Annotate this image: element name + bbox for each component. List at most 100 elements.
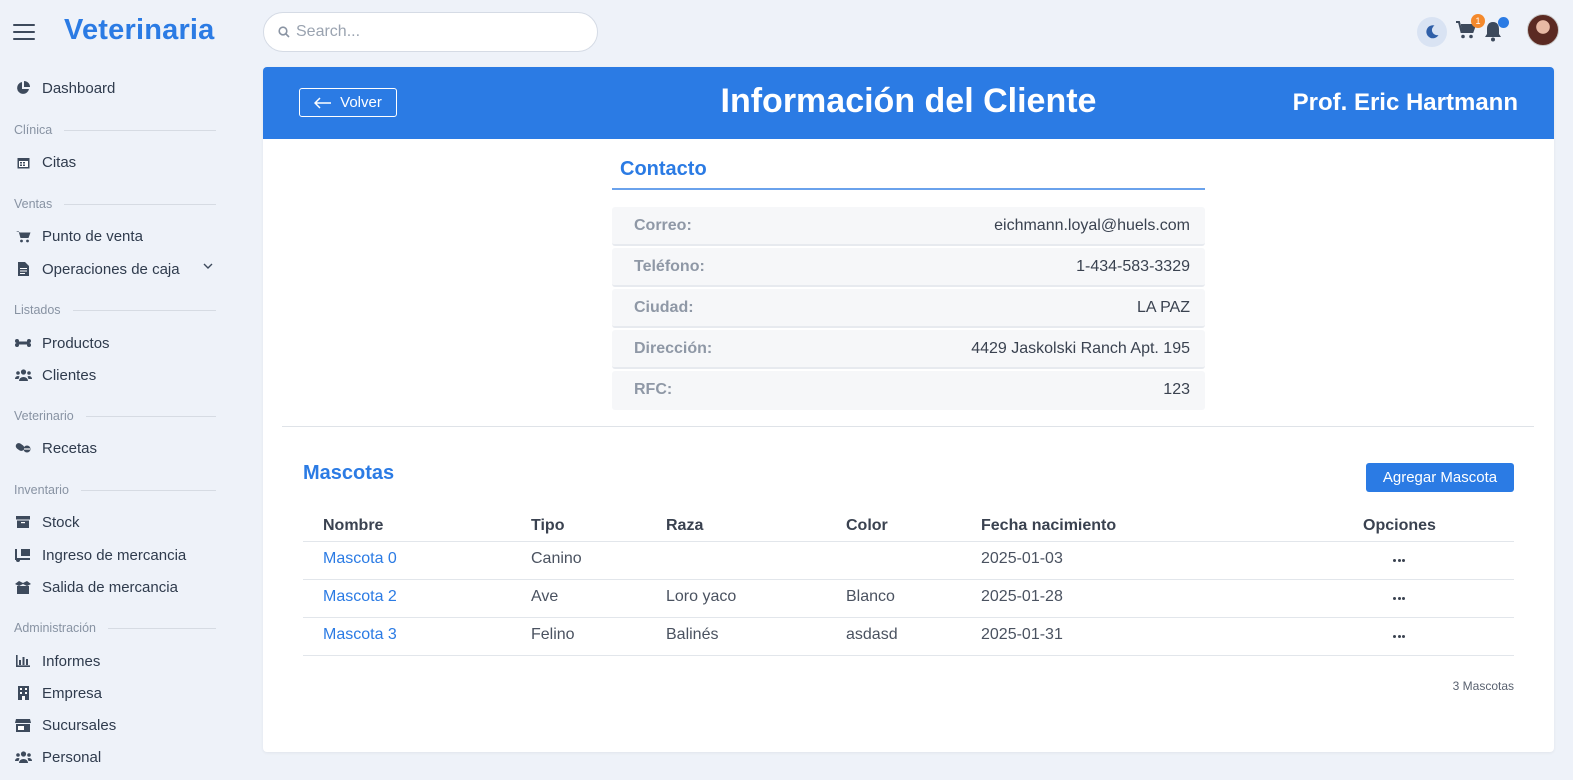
section-clinica: Clínica (14, 122, 216, 138)
notification-dot (1498, 17, 1509, 28)
search-box[interactable] (263, 12, 598, 52)
sidebar-item-label: Salida de mercancia (42, 578, 178, 596)
sidebar-item-label: Sucursales (42, 716, 117, 734)
column-header[interactable]: Tipo (531, 517, 564, 535)
sidebar-item-salida-mercancia[interactable]: Salida de mercancia (14, 574, 219, 600)
contact-label: RFC: (634, 381, 673, 398)
column-header[interactable]: Color (846, 517, 888, 535)
table-divider (303, 655, 1514, 656)
pet-color: Blanco (846, 588, 895, 605)
pet-type: Felino (531, 626, 575, 643)
pet-name-link[interactable]: Mascota 2 (323, 588, 397, 606)
document-icon (14, 262, 32, 276)
store-icon (14, 718, 32, 732)
sidebar-item-ingreso-mercancia[interactable]: Ingreso de mercancia (14, 542, 219, 568)
sidebar-item-personal[interactable]: Personal (14, 744, 219, 770)
brand-logo[interactable]: Veterinaria (64, 14, 215, 47)
pet-breed: Loro yaco (666, 588, 737, 605)
contact-title: Contacto (620, 158, 707, 180)
pet-name-link[interactable]: Mascota 3 (323, 626, 397, 644)
table-divider (303, 579, 1514, 580)
sidebar-item-label: Operaciones de caja (42, 260, 180, 278)
column-header[interactable]: Fecha nacimiento (981, 517, 1116, 535)
users-icon (14, 368, 32, 382)
building-icon (14, 686, 32, 700)
user-avatar[interactable] (1527, 14, 1559, 46)
contact-row-address: Dirección: 4429 Jaskolski Ranch Apt. 195 (612, 330, 1205, 369)
sidebar-item-operaciones-caja[interactable]: Operaciones de caja (14, 256, 219, 282)
sidebar-item-label: Empresa (42, 684, 103, 702)
contact-underline (612, 188, 1205, 190)
sidebar-item-label: Productos (42, 334, 110, 352)
contact-row-email: Correo: eichmann.loyal@huels.com (612, 207, 1205, 246)
sidebar-item-label: Ingreso de mercancia (42, 546, 187, 564)
client-info-card: Volver Información del Cliente Prof. Eri… (263, 67, 1554, 752)
dolly-icon (14, 548, 32, 562)
sidebar-item-empresa[interactable]: Empresa (14, 680, 219, 706)
sidebar-item-punto-de-venta[interactable]: Punto de venta (14, 223, 219, 249)
pet-name-link[interactable]: Mascota 0 (323, 550, 397, 568)
table-divider (303, 617, 1514, 618)
add-pet-button[interactable]: Agregar Mascota (1366, 463, 1514, 492)
pet-birthdate: 2025-01-31 (981, 626, 1063, 643)
bar-chart-icon (14, 654, 32, 668)
contact-value: eichmann.loyal@huels.com (994, 217, 1190, 234)
column-header: Opciones (1363, 517, 1436, 534)
users-icon (14, 750, 32, 764)
bone-icon (14, 336, 32, 350)
more-options-icon[interactable] (1393, 635, 1405, 639)
box-open-icon (14, 580, 32, 594)
sidebar-item-recetas[interactable]: Recetas (14, 435, 219, 461)
more-options-icon[interactable] (1393, 559, 1405, 563)
sidebar-item-sucursales[interactable]: Sucursales (14, 712, 219, 738)
sidebar-item-stock[interactable]: Stock (14, 509, 219, 535)
pet-birthdate: 2025-01-28 (981, 588, 1063, 605)
pie-chart-icon (14, 81, 32, 95)
search-input[interactable] (296, 21, 586, 43)
notifications-button[interactable] (1483, 17, 1509, 44)
section-label: Administración (14, 621, 96, 635)
section-listados: Listados (14, 302, 216, 318)
more-options-icon[interactable] (1393, 597, 1405, 601)
card-header: Volver Información del Cliente Prof. Eri… (263, 67, 1554, 139)
sidebar-item-label: Punto de venta (42, 227, 143, 245)
pet-type: Canino (531, 550, 582, 567)
chevron-down-icon (203, 263, 213, 269)
top-bar: Veterinaria 1 (0, 0, 1573, 64)
contact-value: 4429 Jaskolski Ranch Apt. 195 (971, 340, 1190, 357)
contact-value: LA PAZ (1136, 299, 1190, 316)
pet-type: Ave (531, 588, 559, 605)
section-label: Clínica (14, 123, 53, 137)
sidebar: Dashboard Clínica Citas Ventas Punto de … (0, 64, 230, 780)
contact-label: Teléfono: (634, 258, 705, 275)
section-divider (282, 426, 1534, 427)
pet-color: asdasd (846, 626, 898, 643)
column-header[interactable]: Nombre (323, 517, 383, 535)
sidebar-item-label: Recetas (42, 439, 98, 457)
contact-value: 123 (1163, 381, 1190, 398)
sidebar-item-citas[interactable]: Citas (14, 149, 219, 175)
calendar-icon (14, 155, 32, 169)
sidebar-item-label: Stock (42, 513, 80, 531)
pet-birthdate: 2025-01-03 (981, 550, 1063, 567)
pets-title: Mascotas (303, 462, 395, 484)
menu-icon[interactable] (13, 24, 35, 40)
sidebar-item-label: Dashboard (42, 79, 116, 97)
sidebar-item-dashboard[interactable]: Dashboard (14, 75, 219, 101)
section-veterinario: Veterinario (14, 408, 216, 424)
sidebar-item-clientes[interactable]: Clientes (14, 362, 219, 388)
cart-button[interactable]: 1 (1455, 14, 1485, 44)
contact-row-rfc: RFC: 123 (612, 371, 1205, 410)
contact-label: Dirección: (634, 340, 713, 357)
table-divider (303, 541, 1514, 542)
column-header[interactable]: Raza (666, 517, 703, 535)
cart-icon (14, 229, 32, 243)
sidebar-item-informes[interactable]: Informes (14, 648, 219, 674)
dark-mode-toggle[interactable] (1417, 17, 1447, 47)
contact-row-phone: Teléfono: 1-434-583-3329 (612, 248, 1205, 287)
box-icon (14, 515, 32, 529)
section-label: Inventario (14, 483, 69, 497)
search-icon (278, 26, 290, 38)
sidebar-item-productos[interactable]: Productos (14, 330, 219, 356)
contact-label: Correo: (634, 217, 692, 234)
